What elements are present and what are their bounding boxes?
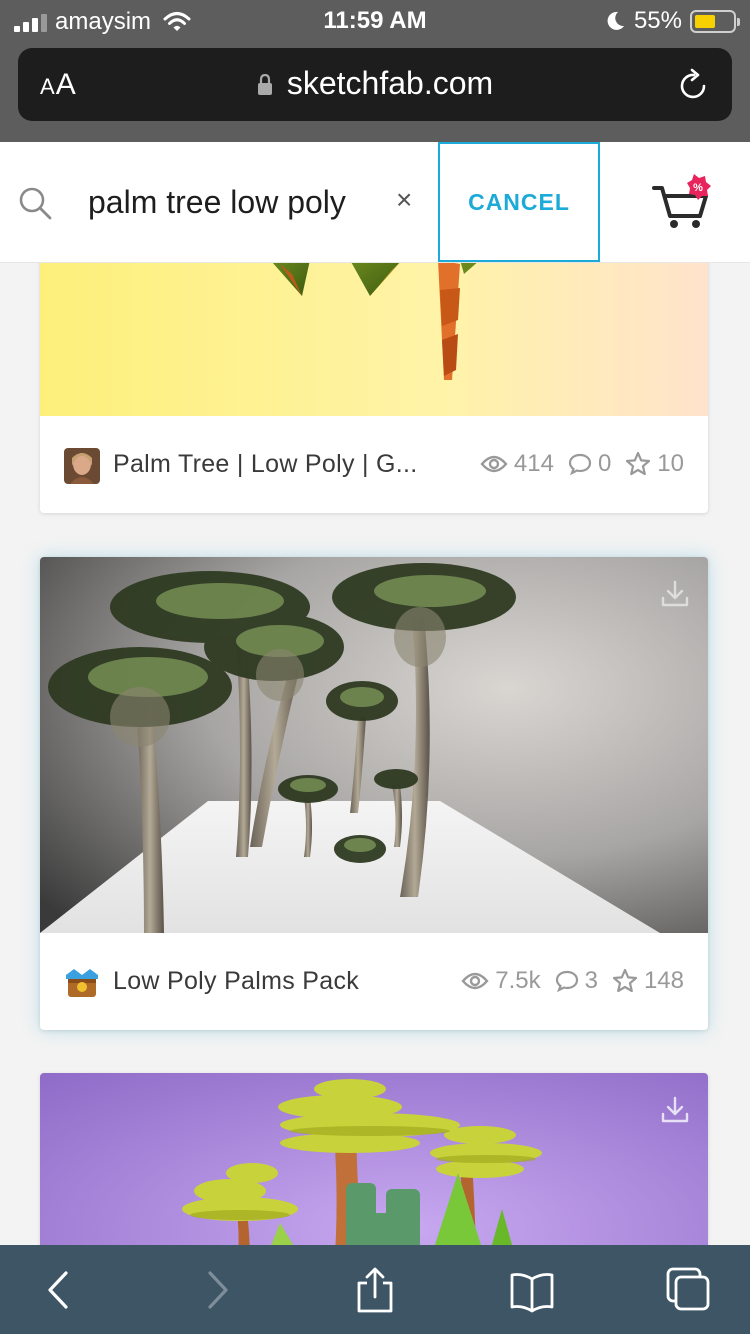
model-title[interactable]: Palm Tree | Low Poly | G... — [113, 450, 418, 479]
card-footer: Palm Tree | Low Poly | G... 414 0 10 — [40, 416, 708, 513]
status-right: 55% — [604, 7, 740, 35]
status-bar: amaysim 11:59 AM 55% — [0, 0, 750, 40]
comment-icon — [568, 453, 592, 475]
address-bar[interactable]: AA sketchfab.com — [18, 48, 732, 121]
bookmarks-icon[interactable] — [510, 1267, 554, 1313]
clear-search-button[interactable]: × — [396, 184, 412, 216]
eye-icon — [461, 972, 489, 990]
model-title[interactable]: Low Poly Palms Pack — [113, 967, 359, 996]
reload-icon[interactable] — [678, 68, 710, 102]
comment-icon — [555, 970, 578, 992]
model-thumbnail[interactable] — [40, 557, 708, 933]
cart-icon[interactable]: % — [650, 172, 714, 232]
browser-chrome: amaysim 11:59 AM 55% AA sketchfab.com — [0, 0, 750, 142]
result-card[interactable]: Palm Tree | Low Poly | G... 414 0 10 — [40, 230, 708, 513]
star-icon — [626, 451, 651, 476]
like-count: 10 — [625, 450, 684, 478]
search-header: × CANCEL % — [0, 142, 750, 263]
back-icon[interactable] — [36, 1267, 80, 1313]
cart-badge: % — [693, 182, 703, 194]
lock-icon — [257, 74, 272, 95]
author-avatar[interactable] — [64, 448, 100, 484]
browser-toolbar — [0, 1245, 750, 1334]
result-card[interactable]: Low Poly Palms Pack 7.5k 3 148 — [40, 557, 708, 1030]
model-stats: 7.5k 3 148 — [461, 967, 684, 995]
url-text: sketchfab.com — [286, 65, 494, 101]
battery-percent: 55% — [633, 7, 682, 34]
like-count: 148 — [612, 967, 684, 995]
search-icon — [19, 187, 52, 220]
cancel-button[interactable]: CANCEL — [438, 142, 600, 262]
download-icon[interactable] — [660, 579, 690, 609]
tabs-icon[interactable] — [666, 1267, 710, 1313]
battery-icon — [690, 9, 740, 33]
model-stats: 414 0 10 — [480, 450, 684, 478]
url-display[interactable]: sketchfab.com — [18, 65, 732, 102]
eye-icon — [480, 455, 508, 473]
view-count: 414 — [480, 450, 554, 478]
search-input[interactable] — [88, 180, 388, 224]
view-count: 7.5k — [461, 967, 541, 995]
download-icon[interactable] — [660, 1095, 690, 1125]
forward-icon[interactable] — [196, 1267, 240, 1313]
author-avatar[interactable] — [64, 965, 100, 1001]
moon-icon — [607, 11, 624, 30]
comment-count: 3 — [555, 967, 598, 995]
card-footer: Low Poly Palms Pack 7.5k 3 148 — [40, 933, 708, 1030]
star-icon — [612, 968, 638, 993]
share-icon[interactable] — [353, 1267, 397, 1313]
comment-count: 0 — [568, 450, 611, 478]
